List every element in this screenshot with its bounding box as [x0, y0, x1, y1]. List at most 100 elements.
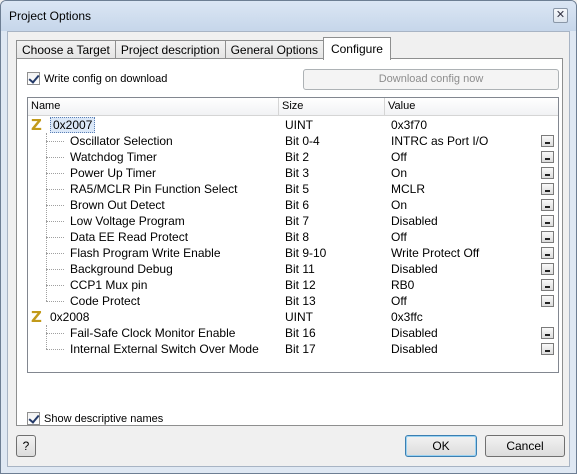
- checkbox-checked-icon: [27, 412, 40, 425]
- setting-value[interactable]: On: [391, 165, 546, 181]
- setting-value[interactable]: MCLR: [391, 181, 546, 197]
- column-header-size[interactable]: Size: [279, 98, 385, 116]
- group-name: 0x2007: [50, 117, 301, 133]
- show-descriptive-names-checkbox[interactable]: Show descriptive names: [27, 412, 163, 425]
- setting-size: Bit 0-4: [285, 134, 320, 148]
- setting-value[interactable]: On: [391, 197, 546, 213]
- tree-connector: [46, 301, 64, 302]
- dropdown-arrow-icon[interactable]: [541, 327, 554, 339]
- dropdown-arrow-icon[interactable]: [541, 343, 554, 355]
- dropdown-arrow-icon[interactable]: [541, 135, 554, 147]
- group-value: 0x3ffc: [391, 310, 423, 324]
- table-row[interactable]: Power Up Timer Bit 3 On: [28, 165, 558, 181]
- setting-value[interactable]: Off: [391, 149, 546, 165]
- dropdown-arrow-icon[interactable]: [541, 167, 554, 179]
- checkbox-checked-icon: [27, 72, 40, 85]
- dialog-client-area: Choose a Target Project description Gene…: [7, 31, 570, 467]
- setting-size: Bit 13: [285, 294, 316, 308]
- write-config-label: Write config on download: [44, 72, 168, 85]
- setting-value[interactable]: Write Protect Off: [391, 245, 546, 261]
- setting-size: Bit 17: [285, 342, 316, 356]
- tree-connector: [46, 221, 64, 222]
- table-row[interactable]: Background Debug Bit 11 Disabled: [28, 261, 558, 277]
- column-header-name[interactable]: Name: [28, 98, 279, 116]
- grid-header: Name Size Value: [28, 98, 558, 116]
- help-button[interactable]: ?: [16, 435, 36, 457]
- title-bar[interactable]: Project Options ✕: [1, 1, 576, 31]
- tab-general-options[interactable]: General Options: [224, 40, 323, 60]
- dropdown-arrow-icon[interactable]: [541, 247, 554, 259]
- write-config-checkbox[interactable]: Write config on download: [27, 72, 167, 85]
- tab-project-description[interactable]: Project description: [114, 40, 225, 60]
- tree-connector: [46, 141, 64, 142]
- table-row[interactable]: Fail-Safe Clock Monitor Enable Bit 16 Disa…: [28, 325, 558, 341]
- table-row[interactable]: Flash Program Write Enable Bit 9-10 Write …: [28, 245, 558, 261]
- group-name: 0x2008: [50, 310, 90, 324]
- show-descriptive-names-label: Show descriptive names: [44, 412, 164, 425]
- table-row[interactable]: RA5/MCLR Pin Function Select Bit 5 MCLR: [28, 181, 558, 197]
- config-word-icon: Z: [31, 308, 42, 326]
- download-config-button: Download config now: [303, 69, 559, 90]
- tree-connector: [46, 189, 64, 190]
- setting-name: Watchdog Timer: [70, 150, 157, 164]
- setting-size: Bit 2: [285, 150, 310, 164]
- dropdown-arrow-icon[interactable]: [541, 151, 554, 163]
- setting-name: Power Up Timer: [70, 166, 157, 180]
- setting-name: Data EE Read Protect: [70, 230, 189, 244]
- setting-name: Flash Program Write Enable: [70, 246, 221, 260]
- setting-name: RA5/MCLR Pin Function Select: [70, 182, 238, 196]
- group-row[interactable]: Z 0x2008 UINT 0x3ffc: [28, 309, 558, 325]
- tree-connector: [46, 157, 64, 158]
- dropdown-arrow-icon[interactable]: [541, 199, 554, 211]
- tab-configure[interactable]: Configure: [322, 37, 391, 60]
- configure-panel: Write config on download Download config…: [16, 58, 563, 426]
- group-value: 0x3f70: [391, 118, 428, 132]
- setting-value[interactable]: Disabled: [391, 341, 546, 357]
- table-row[interactable]: Low Voltage Program Bit 7 Disabled: [28, 213, 558, 229]
- tab-strip: Choose a Target Project description Gene…: [16, 37, 391, 60]
- tree-connector: [46, 349, 64, 350]
- setting-name: Low Voltage Program: [70, 214, 185, 228]
- config-grid[interactable]: Name Size Value Z 0x2007 UINT 0x3f70 Oscilla…: [27, 97, 559, 373]
- config-word-icon: Z: [31, 116, 42, 134]
- setting-name: Oscillator Selection: [70, 134, 173, 148]
- setting-value[interactable]: INTRC as Port I/O: [391, 133, 546, 149]
- setting-value[interactable]: Disabled: [391, 261, 546, 277]
- tree-connector: [46, 253, 64, 254]
- setting-name: Background Debug: [70, 262, 173, 276]
- dropdown-arrow-icon[interactable]: [541, 231, 554, 243]
- setting-value[interactable]: RB0: [391, 277, 546, 293]
- dropdown-arrow-icon[interactable]: [541, 295, 554, 307]
- project-options-window: Project Options ✕ Choose a Target Projec…: [0, 0, 577, 474]
- setting-value[interactable]: Off: [391, 229, 546, 245]
- dropdown-arrow-icon[interactable]: [541, 183, 554, 195]
- setting-name: Brown Out Detect: [70, 198, 165, 212]
- table-row[interactable]: Watchdog Timer Bit 2 Off: [28, 149, 558, 165]
- setting-size: Bit 12: [285, 278, 316, 292]
- cancel-button[interactable]: Cancel: [485, 435, 565, 457]
- column-header-value[interactable]: Value: [385, 98, 558, 116]
- ok-button[interactable]: OK: [405, 435, 477, 457]
- table-row[interactable]: Oscillator Selection Bit 0-4 INTRC as Port…: [28, 133, 558, 149]
- dropdown-arrow-icon[interactable]: [541, 215, 554, 227]
- setting-value[interactable]: Off: [391, 293, 546, 309]
- setting-value[interactable]: Disabled: [391, 213, 546, 229]
- setting-name: Internal External Switch Over Mode: [70, 342, 259, 356]
- setting-size: Bit 6: [285, 198, 310, 212]
- table-row[interactable]: Brown Out Detect Bit 6 On: [28, 197, 558, 213]
- table-row[interactable]: Internal External Switch Over Mode Bit 17…: [28, 341, 558, 357]
- group-row[interactable]: Z 0x2007 UINT 0x3f70: [28, 117, 558, 133]
- group-size: UINT: [285, 118, 313, 132]
- tree-line: [46, 325, 47, 349]
- dropdown-arrow-icon[interactable]: [541, 279, 554, 291]
- close-button[interactable]: ✕: [553, 8, 568, 23]
- table-row[interactable]: CCP1 Mux pin Bit 12 RB0: [28, 277, 558, 293]
- setting-size: Bit 7: [285, 214, 310, 228]
- table-row[interactable]: Data EE Read Protect Bit 8 Off: [28, 229, 558, 245]
- setting-value[interactable]: Disabled: [391, 325, 546, 341]
- setting-name: CCP1 Mux pin: [70, 278, 148, 292]
- table-row[interactable]: Code Protect Bit 13 Off: [28, 293, 558, 309]
- setting-name: Fail-Safe Clock Monitor Enable: [70, 326, 236, 340]
- dropdown-arrow-icon[interactable]: [541, 263, 554, 275]
- tab-choose-target[interactable]: Choose a Target: [16, 40, 115, 60]
